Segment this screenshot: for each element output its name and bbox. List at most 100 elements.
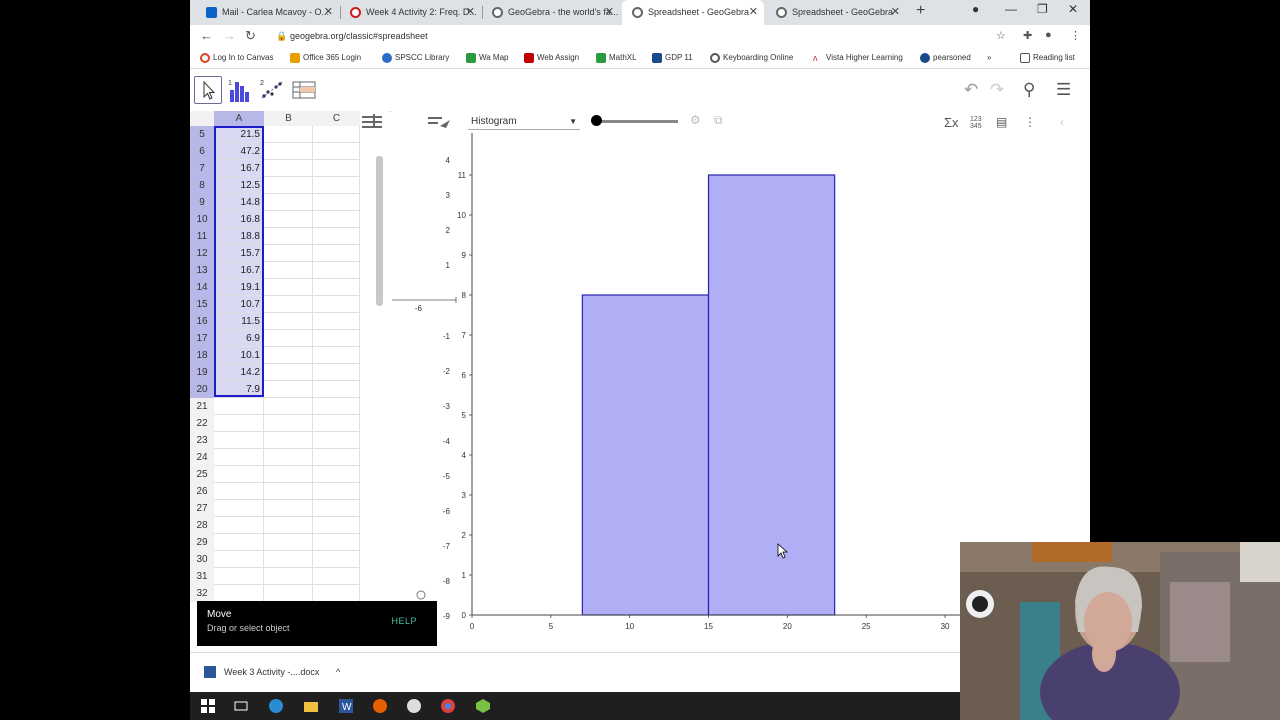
close-icon[interactable]: ✕ [891,0,900,25]
task-view-icon[interactable] [233,698,249,714]
download-item[interactable]: Week 3 Activity -....docx [204,666,319,678]
cell-b[interactable] [264,500,313,517]
row-header[interactable]: 18 [190,347,214,364]
back-button[interactable]: ← [200,28,213,43]
cell-b[interactable] [264,245,313,262]
cell-c[interactable] [313,211,360,228]
cell-b[interactable] [264,143,313,160]
cell-b[interactable] [264,194,313,211]
cell-a[interactable] [214,398,264,415]
tab-mail[interactable]: Mail - Carlea Mcavoy - O... ✕ [196,0,339,25]
tab-spreadsheet[interactable]: Spreadsheet - GeoGebra ✕ [766,0,906,25]
cell-c[interactable] [313,483,360,500]
create-list-tool[interactable] [290,76,318,104]
row-header[interactable]: 30 [190,551,214,568]
cell-b[interactable] [264,551,313,568]
cell-b[interactable] [264,432,313,449]
cell-b[interactable] [264,534,313,551]
cell-b[interactable] [264,415,313,432]
cell-b[interactable] [264,483,313,500]
cell-b[interactable] [264,381,313,398]
edge-icon[interactable] [268,698,284,714]
download-options-chevron[interactable]: ^ [336,667,340,677]
word-icon[interactable]: W [338,698,354,714]
cell-b[interactable] [264,211,313,228]
help-button[interactable]: HELP [391,616,417,626]
row-header[interactable]: 17 [190,330,214,347]
cell-c[interactable] [313,228,360,245]
cell-c[interactable] [313,517,360,534]
cell-c[interactable] [313,313,360,330]
row-header[interactable]: 5 [190,126,214,143]
one-variable-analysis-tool[interactable]: 1 [226,76,254,104]
bookmarks-overflow-button[interactable]: » [987,53,991,62]
cell-a[interactable] [214,466,264,483]
row-header[interactable]: 23 [190,432,214,449]
cell-a[interactable] [214,534,264,551]
cell-c[interactable] [313,398,360,415]
chrome-icon[interactable] [440,698,456,714]
minimize-button[interactable]: — [1005,2,1017,16]
bookmark-mathxl[interactable]: MathXL [596,53,637,63]
row-header[interactable]: 26 [190,483,214,500]
cell-c[interactable] [313,466,360,483]
column-header-c[interactable]: C [313,111,360,126]
cell-b[interactable] [264,517,313,534]
row-header[interactable]: 8 [190,177,214,194]
row-header[interactable]: 20 [190,381,214,398]
close-icon[interactable]: ✕ [324,0,333,25]
cell-b[interactable] [264,398,313,415]
tab-geogebra[interactable]: GeoGebra - the world's fa... ✕ [482,0,620,25]
cell-c[interactable] [313,126,360,143]
cell-c[interactable] [313,279,360,296]
tab-week4[interactable]: Week 4 Activity 2: Freq. D... ✕ [340,0,481,25]
cell-a[interactable] [214,551,264,568]
cell-b[interactable] [264,160,313,177]
close-icon[interactable]: ✕ [466,0,475,25]
bookmark-wamap[interactable]: Wa Map [466,53,509,63]
bookmark-gdp[interactable]: GDP 11 [652,53,693,63]
row-header[interactable]: 31 [190,568,214,585]
cell-c[interactable] [313,551,360,568]
close-window-button[interactable]: ✕ [1068,2,1078,16]
column-header-b[interactable]: B [264,111,313,126]
cell-c[interactable] [313,296,360,313]
row-header[interactable]: 14 [190,279,214,296]
row-header[interactable]: 22 [190,415,214,432]
cell-c[interactable] [313,160,360,177]
account-circle-icon[interactable]: ● [972,2,979,16]
search-icon[interactable]: ⚲ [1023,80,1035,100]
column-header-a[interactable]: A [214,111,264,126]
cell-b[interactable] [264,449,313,466]
cell-b[interactable] [264,228,313,245]
spreadsheet-scrollbar[interactable] [376,156,383,306]
cell-c[interactable] [313,534,360,551]
close-icon[interactable]: ✕ [605,0,614,25]
row-header[interactable]: 7 [190,160,214,177]
forward-button[interactable]: → [223,28,236,43]
move-tool-button[interactable] [194,76,222,104]
bookmark-library[interactable]: SPSCC Library [382,53,449,63]
cell-b[interactable] [264,364,313,381]
cell-b[interactable] [264,347,313,364]
cell-c[interactable] [313,381,360,398]
row-header[interactable]: 32 [190,585,214,602]
cell-c[interactable] [313,568,360,585]
restore-button[interactable]: ❐ [1037,2,1048,16]
cell-b[interactable] [264,262,313,279]
row-header[interactable]: 16 [190,313,214,330]
bookmark-vista[interactable]: ᴧ Vista Higher Learning [813,53,903,63]
main-menu-icon[interactable]: ☰ [1056,80,1071,100]
cell-a[interactable] [214,585,264,602]
cell-a[interactable] [214,483,264,500]
cell-c[interactable] [313,347,360,364]
row-header[interactable]: 9 [190,194,214,211]
two-variable-regression-tool[interactable]: 2 [258,76,286,104]
cell-b[interactable] [264,313,313,330]
cell-b[interactable] [264,126,313,143]
row-header[interactable]: 29 [190,534,214,551]
file-explorer-icon[interactable] [303,698,319,714]
cell-c[interactable] [313,194,360,211]
cell-c[interactable] [313,143,360,160]
cell-c[interactable] [313,449,360,466]
